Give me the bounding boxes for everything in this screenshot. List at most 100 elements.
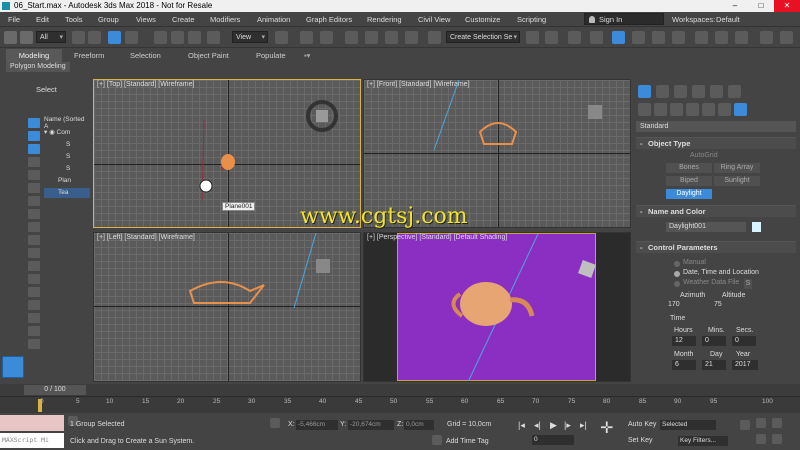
- reference-coordinate-dropdown[interactable]: View: [232, 31, 268, 43]
- display-containers-icon[interactable]: [28, 248, 40, 258]
- viewport-left[interactable]: [+] [Left] [Standard] [Wireframe]: [93, 232, 361, 382]
- daylight-button[interactable]: Daylight: [666, 189, 712, 199]
- zoom-icon[interactable]: [756, 418, 766, 428]
- current-frame-field[interactable]: 0: [532, 435, 574, 445]
- menu-graph-editors[interactable]: Graph Editors: [306, 15, 352, 24]
- rectangular-selection-icon[interactable]: [108, 31, 121, 44]
- mirror-icon[interactable]: [526, 31, 539, 44]
- menu-edit[interactable]: Edit: [36, 15, 49, 24]
- tab-object-paint[interactable]: Object Paint: [188, 49, 229, 62]
- maxscript-mini-listener[interactable]: MAXScript Mi: [0, 433, 64, 448]
- edit-named-selection-icon[interactable]: [428, 31, 441, 44]
- control-parameters-rollout[interactable]: Control Parameters: [636, 241, 796, 254]
- time-tag-icon[interactable]: [432, 435, 442, 445]
- zoom-all-icon[interactable]: [772, 418, 782, 428]
- object-type-rollout[interactable]: Object Type: [636, 137, 796, 150]
- utilities-tab-icon[interactable]: [728, 85, 741, 98]
- perspective-render-area[interactable]: [397, 233, 596, 381]
- key-mode-dropdown[interactable]: Selected: [660, 420, 716, 430]
- select-object-icon[interactable]: [72, 31, 85, 44]
- time-config-icon[interactable]: [740, 420, 750, 430]
- a360-icon[interactable]: [780, 31, 793, 44]
- display-tab-icon[interactable]: [710, 85, 723, 98]
- display-spacewarps-icon[interactable]: [28, 196, 40, 206]
- hierarchy-tab-icon[interactable]: [674, 85, 687, 98]
- hours-spinner[interactable]: 12: [672, 336, 696, 346]
- weather-setup-button[interactable]: S: [744, 279, 752, 289]
- sign-in-button[interactable]: Sign In: [584, 13, 664, 25]
- lights-icon[interactable]: [670, 103, 683, 116]
- redo-icon[interactable]: [20, 31, 33, 44]
- menu-modifiers[interactable]: Modifiers: [210, 15, 240, 24]
- cameras-icon[interactable]: [686, 103, 699, 116]
- menu-views[interactable]: Views: [136, 15, 156, 24]
- keyboard-shortcut-icon[interactable]: [320, 31, 333, 44]
- polygon-modeling-label[interactable]: Polygon Modeling: [6, 62, 70, 72]
- category-dropdown[interactable]: Standard: [636, 121, 796, 132]
- key-filters-button[interactable]: Key Filters...: [678, 436, 728, 446]
- next-frame-icon[interactable]: |▸: [564, 420, 571, 431]
- menu-rendering[interactable]: Rendering: [367, 15, 402, 24]
- align-icon[interactable]: [545, 31, 558, 44]
- rotate-icon[interactable]: [171, 31, 184, 44]
- menu-scripting[interactable]: Scripting: [517, 15, 546, 24]
- sunlight-button[interactable]: Sunlight: [714, 176, 760, 186]
- display-lights-icon[interactable]: [28, 157, 40, 167]
- object-color-swatch[interactable]: [752, 222, 761, 232]
- motion-tab-icon[interactable]: [692, 85, 705, 98]
- biped-button[interactable]: Biped: [666, 176, 712, 186]
- display-hidden-icon[interactable]: [28, 274, 40, 284]
- orbit-icon[interactable]: [772, 434, 782, 444]
- track-bar[interactable]: 0 5 10 15 20 25 30 35 40 45 50 55 60 65 …: [0, 396, 800, 413]
- display-frozen-icon[interactable]: [28, 261, 40, 271]
- ribbon-toggle-icon[interactable]: [612, 31, 625, 44]
- previous-frame-icon[interactable]: ◂|: [534, 420, 541, 431]
- day-spinner[interactable]: 21: [702, 360, 726, 370]
- secs-spinner[interactable]: 0: [732, 336, 756, 346]
- sync-selection-icon[interactable]: [28, 326, 40, 336]
- weather-radio[interactable]: [674, 281, 680, 287]
- maxscript-listener[interactable]: [0, 415, 64, 431]
- shapes-icon[interactable]: [654, 103, 667, 116]
- tab-selection[interactable]: Selection: [130, 49, 161, 62]
- play-icon[interactable]: ▶: [550, 420, 557, 431]
- snap-toggle-icon[interactable]: [345, 31, 358, 44]
- rendered-frame-icon[interactable]: [715, 31, 728, 44]
- render-production-icon[interactable]: [735, 31, 748, 44]
- isolate-selection-icon[interactable]: [270, 418, 280, 428]
- named-selection-dropdown[interactable]: Create Selection Se: [446, 31, 520, 43]
- menu-civil-view[interactable]: Civil View: [418, 15, 450, 24]
- key-mode-icon[interactable]: ✛: [600, 418, 613, 438]
- menu-customize[interactable]: Customize: [465, 15, 500, 24]
- object-name-field[interactable]: Daylight001: [666, 222, 746, 232]
- display-bones-icon[interactable]: [28, 235, 40, 245]
- display-xrefs-icon[interactable]: [28, 222, 40, 232]
- mins-spinner[interactable]: 0: [702, 336, 726, 346]
- window-crossing-icon[interactable]: [125, 31, 138, 44]
- y-coordinate-field[interactable]: -20,674cm: [348, 420, 394, 430]
- tab-modeling[interactable]: Modeling: [6, 49, 62, 62]
- select-by-name-icon[interactable]: [88, 31, 101, 44]
- space-warps-icon[interactable]: [718, 103, 731, 116]
- display-invert-icon[interactable]: [28, 313, 40, 323]
- menu-file[interactable]: File: [8, 15, 20, 24]
- goto-end-icon[interactable]: ▸|: [580, 420, 587, 431]
- display-groups-icon[interactable]: [28, 209, 40, 219]
- angle-snap-icon[interactable]: [365, 31, 378, 44]
- date-time-radio[interactable]: [674, 271, 680, 277]
- minimize-button[interactable]: –: [722, 0, 748, 12]
- menu-create[interactable]: Create: [172, 15, 195, 24]
- list-item[interactable]: Plan: [44, 176, 90, 186]
- display-none-filter-icon[interactable]: [28, 300, 40, 310]
- name-and-color-rollout[interactable]: Name and Color: [636, 205, 796, 218]
- close-button[interactable]: ✕: [774, 0, 800, 12]
- viewport-layout-icon[interactable]: [2, 356, 24, 378]
- display-cameras-icon[interactable]: [28, 170, 40, 180]
- x-coordinate-field[interactable]: -5,466cm: [296, 420, 338, 430]
- display-shapes-icon[interactable]: [28, 144, 40, 154]
- workspace-dropdown[interactable]: Default: [716, 15, 740, 24]
- percent-snap-icon[interactable]: [385, 31, 398, 44]
- pivot-center-icon[interactable]: [275, 31, 288, 44]
- selection-filter-dropdown[interactable]: All: [36, 31, 66, 43]
- display-all-icon[interactable]: [28, 287, 40, 297]
